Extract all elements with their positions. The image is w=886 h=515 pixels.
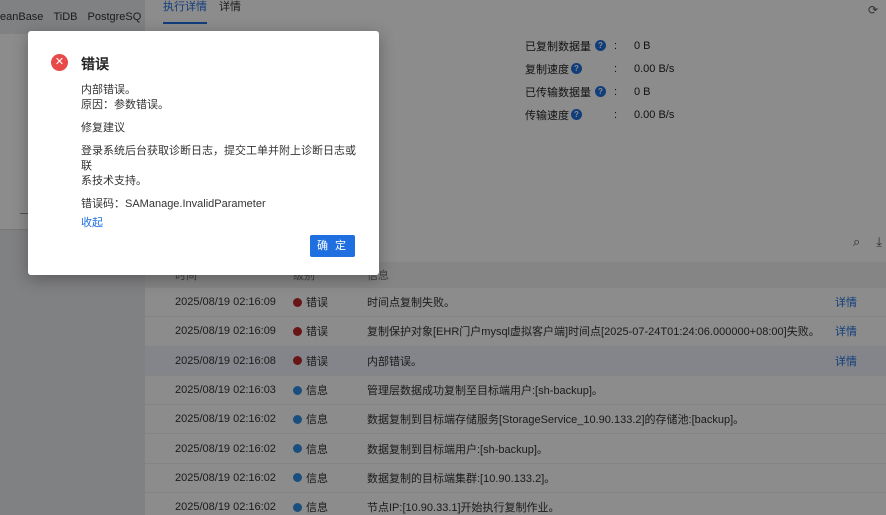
error-code: 错误码：SAManage.InvalidParameter [81,198,266,210]
suggest-title: 修复建议 [81,122,125,134]
collapse-link[interactable]: 收起 [81,216,361,231]
error-icon: ✕ [51,54,68,71]
suggest-line-2: 系技术支持。 [81,175,147,187]
suggest-line-1: 登录系统后台获取诊断日志，提交工单并附上诊断日志或联 [81,145,356,172]
confirm-button[interactable]: 确 定 [310,235,355,257]
dialog-title: 错误 [81,56,109,72]
error-dialog: ✕ 错误 内部错误。 原因：参数错误。 修复建议 登录系统后台获取诊断日志，提交… [28,31,379,275]
error-reason: 原因：参数错误。 [81,99,169,111]
error-message: 内部错误。 [81,84,136,96]
dialog-body: 内部错误。 原因：参数错误。 修复建议 登录系统后台获取诊断日志，提交工单并附上… [81,83,361,231]
